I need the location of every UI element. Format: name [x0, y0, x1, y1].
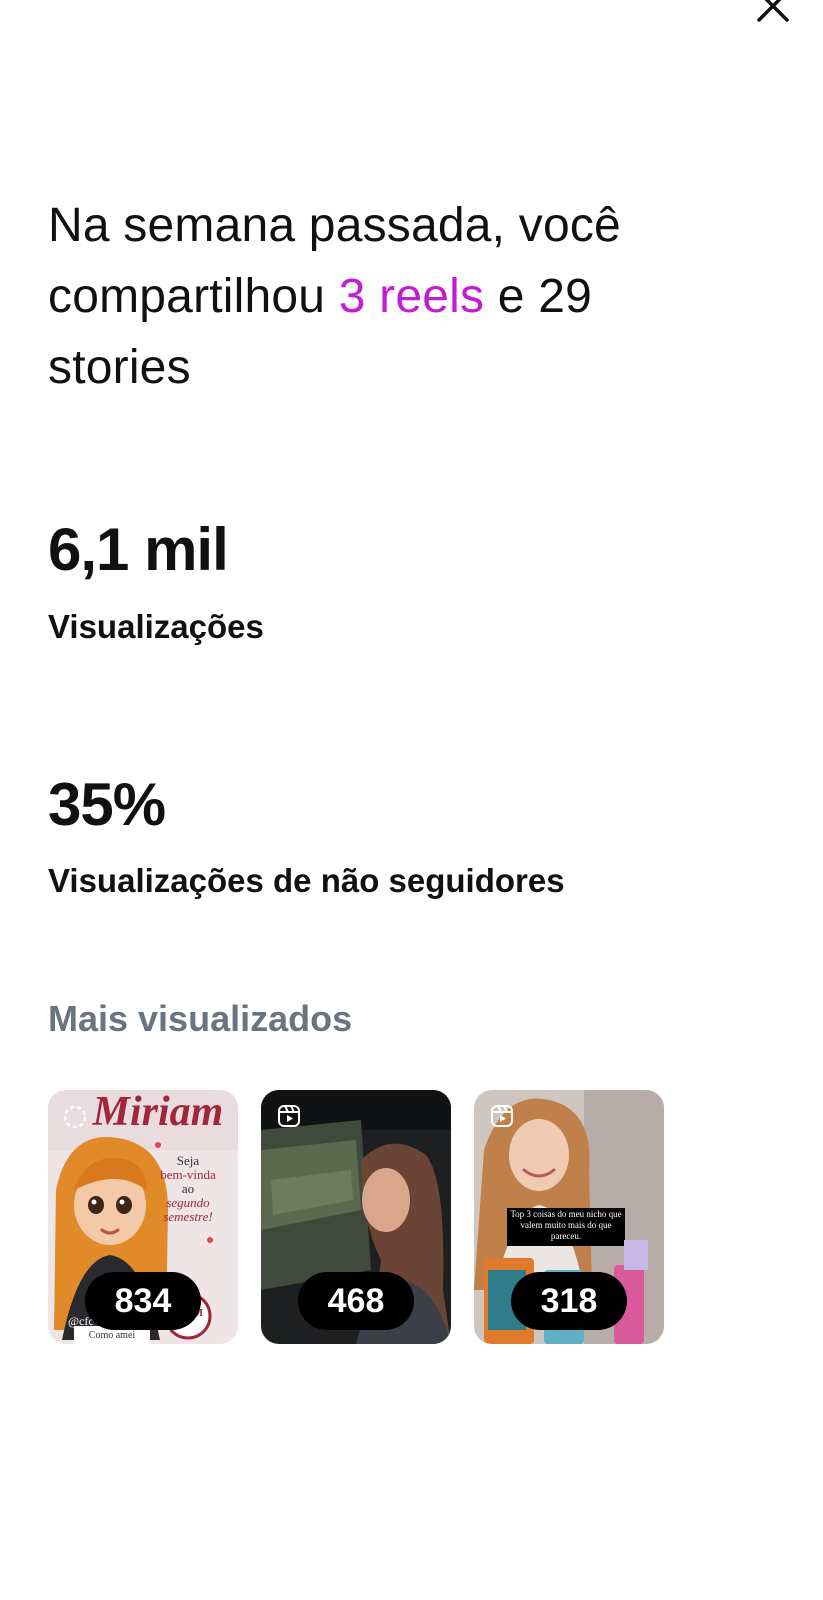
reels-icon: [278, 1105, 300, 1127]
view-count-badge: 834: [85, 1272, 201, 1330]
views-label: Visualizações: [48, 608, 264, 645]
most-viewed-title: Mais visualizados: [48, 998, 353, 1039]
reels-count-highlight: 3 reels: [338, 270, 485, 323]
reel-caption-text: Top 3 coisas do meu nicho que valem muit…: [510, 1209, 622, 1241]
story-footer-text: Como amei: [88, 1330, 136, 1341]
non-follower-views-value: 35%: [48, 771, 166, 838]
most-viewed-item-1[interactable]: Miriam Seja bem-vinda ao segundo semestr…: [48, 1090, 238, 1344]
summary-headline: Na semana passada, você compartilhou 3 r…: [48, 190, 728, 403]
non-follower-views-label: Visualizações de não seguidores: [48, 862, 565, 899]
most-viewed-item-3[interactable]: Top 3 coisas do meu nicho que valem muit…: [474, 1090, 664, 1344]
close-icon: [757, 0, 789, 22]
close-button[interactable]: [753, 0, 793, 26]
view-count-badge: 468: [298, 1272, 414, 1330]
most-viewed-item-2[interactable]: 468: [261, 1090, 451, 1344]
story-name-text: Miriam: [92, 1090, 224, 1135]
story-welcome-text: Seja bem-vinda ao segundo semestre!: [160, 1153, 216, 1224]
view-count-badge: 318: [511, 1272, 627, 1330]
views-value: 6,1 mil: [48, 516, 229, 583]
reels-icon: [491, 1105, 513, 1127]
